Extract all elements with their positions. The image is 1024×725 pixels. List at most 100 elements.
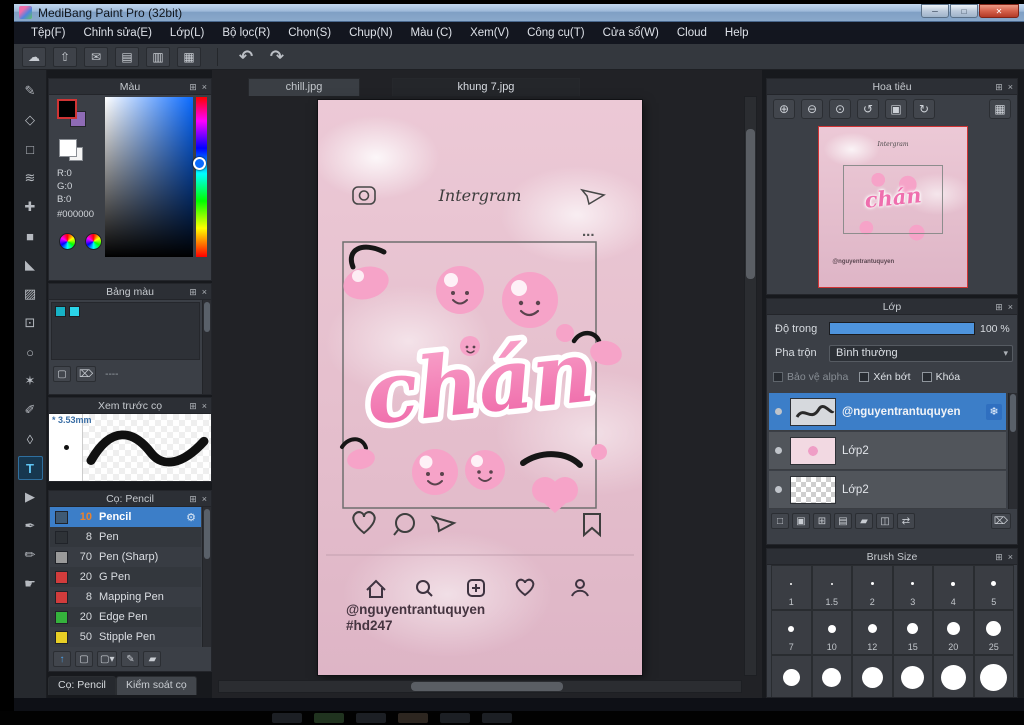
popout-icon[interactable]: ⊞ [189,398,197,414]
pencil-tool[interactable]: ✏ [18,543,43,567]
rotate-left-button[interactable]: ↺ [857,99,879,119]
brush-size-header[interactable]: Brush Size ⊞ × [767,549,1017,565]
brush-size-option[interactable]: 1.5 [812,565,853,610]
add-folder-button[interactable]: ▤ [834,513,852,529]
fit-view-button[interactable]: ▣ [885,99,907,119]
brush-settings-icon[interactable]: ⚙ [186,511,196,524]
popout-icon[interactable]: ⊞ [995,549,1003,565]
color-panel-header[interactable]: Màu ⊞ × [49,79,211,95]
layer-panel-header[interactable]: Lớp ⊞ × [767,299,1017,315]
gradient-tool[interactable]: ▨ [18,282,43,306]
move-tool[interactable]: ✚ [18,195,43,219]
brush-row[interactable]: 8 Mapping Pen [50,587,201,607]
brush-size-option[interactable]: 12 [852,610,893,655]
panel-layout-icon[interactable]: ▦ [177,47,201,67]
menu-chinh-sua[interactable]: Chỉnh sửa(E) [75,22,161,44]
close-icon[interactable]: × [202,79,207,95]
close-button[interactable]: ✕ [979,4,1019,18]
popout-icon[interactable]: ⊞ [995,299,1003,315]
zoom-in-button[interactable]: ⊕ [773,99,795,119]
doc-tab-chill[interactable]: chill.jpg [248,78,360,96]
palette-swatch[interactable] [55,306,66,317]
merge-layer-button[interactable]: ◫ [876,513,894,529]
new-brush-button[interactable]: ▢ [75,651,93,667]
layer-row[interactable]: Lớp2 [769,471,1006,509]
menu-cong-cu[interactable]: Công cụ(T) [518,22,594,44]
upload-brush-button[interactable]: ↑ [53,651,71,667]
scrollbar-thumb[interactable] [746,129,755,279]
palette-scrollbar[interactable] [202,300,211,394]
opacity-slider[interactable] [829,322,975,335]
layer-style-button[interactable]: ⊞ [813,513,831,529]
menu-mau[interactable]: Màu (C) [402,22,462,44]
brush-row[interactable]: 10 Pencil ⚙ [50,507,201,527]
primary-color-swatch[interactable] [57,99,77,119]
brush-tool[interactable]: ✎ [18,79,43,103]
hand-tool[interactable]: ☛ [18,572,43,596]
color-wheel-alt-button[interactable] [85,233,102,250]
redo-button[interactable]: ↷ [265,47,289,67]
menu-cloud[interactable]: Cloud [668,22,716,44]
duplicate-layer-button[interactable]: ▣ [792,513,810,529]
canvas-horizontal-scrollbar[interactable] [218,680,742,693]
blend-mode-select[interactable]: Bình thường ▾ [829,345,1013,362]
palette-panel-header[interactable]: Bảng màu ⊞ × [49,284,211,300]
select-pen-tool[interactable]: ✐ [18,398,43,422]
rotate-right-button[interactable]: ↻ [913,99,935,119]
popout-icon[interactable]: ⊞ [189,79,197,95]
menu-lop[interactable]: Lớp(L) [161,22,213,44]
canvas-vertical-scrollbar[interactable] [744,96,757,676]
scrollbar-thumb[interactable] [204,509,210,559]
menu-help[interactable]: Help [716,22,758,44]
hue-marker[interactable] [193,157,206,170]
clipping-checkbox[interactable]: Xén bớt [859,371,910,383]
select-eraser-tool[interactable]: ◊ [18,427,43,451]
brush-size-option[interactable]: 10 [812,610,853,655]
background-color-swatch[interactable] [59,139,77,157]
add-brush-menu-button[interactable]: ▢▾ [97,651,117,667]
brush-folder-button[interactable]: ▰ [143,651,161,667]
doc-tab-khung7[interactable]: khung 7.jpg [392,78,580,96]
dot-pen-tool[interactable]: ≋ [18,166,43,190]
add-palette-color-button[interactable]: ▢ [53,366,71,382]
layer-row[interactable]: Lớp2 [769,432,1006,470]
popout-icon[interactable]: ⊞ [995,79,1003,95]
checkbox-box[interactable] [773,372,783,382]
eyedropper-tool[interactable]: ✒ [18,514,43,538]
upload-icon[interactable]: ⇧ [53,47,77,67]
hue-slider[interactable] [196,97,207,257]
layer-row-active[interactable]: @nguyentrantuquyen ❄ [769,393,1006,431]
brush-row[interactable]: 50 Stipple Pen [50,627,201,647]
checkbox-box[interactable] [859,372,869,382]
brush-size-option[interactable]: 2 [852,565,893,610]
menu-chup[interactable]: Chụp(N) [340,22,401,44]
text-tool[interactable]: T [18,456,43,480]
scrollbar-thumb[interactable] [204,302,210,332]
brush-size-option[interactable] [893,655,934,698]
zoom-reset-button[interactable]: ⊙ [829,99,851,119]
folder-button[interactable]: ▰ [855,513,873,529]
title-bar[interactable]: MediBang Paint Pro (32bit) ─ □ ✕ [14,4,1024,22]
magic-wand-tool[interactable]: ✶ [18,369,43,393]
menu-chon[interactable]: Chọn(S) [279,22,340,44]
layer-visibility-dot[interactable] [775,486,782,493]
close-icon[interactable]: × [1008,79,1013,95]
tab-brush-control[interactable]: Kiểm soát cọ [116,676,197,695]
scrollbar-thumb[interactable] [411,682,563,691]
popout-icon[interactable]: ⊞ [189,491,197,507]
snowflake-icon[interactable]: ❄ [986,404,1002,420]
brush-row[interactable]: 70 Pen (Sharp) [50,547,201,567]
close-icon[interactable]: × [202,491,207,507]
reset-view-button[interactable]: ▦ [989,99,1011,119]
brush-row[interactable]: 8 Pen [50,527,201,547]
close-icon[interactable]: × [1008,299,1013,315]
close-icon[interactable]: × [202,398,207,414]
canvas-area[interactable]: chill.jpg khung 7.jpg Intergram ... [212,70,762,698]
navigator-thumbnail[interactable]: Intergram chán @nguyentrantuquyen [818,126,968,288]
notes-icon[interactable]: ▤ [115,47,139,67]
delete-palette-color-button[interactable]: ⌦ [76,366,96,382]
popout-icon[interactable]: ⊞ [189,284,197,300]
layer-list-scrollbar[interactable] [1008,393,1017,509]
tab-brush[interactable]: Cọ: Pencil [48,676,116,695]
brush-size-option[interactable] [974,655,1015,698]
